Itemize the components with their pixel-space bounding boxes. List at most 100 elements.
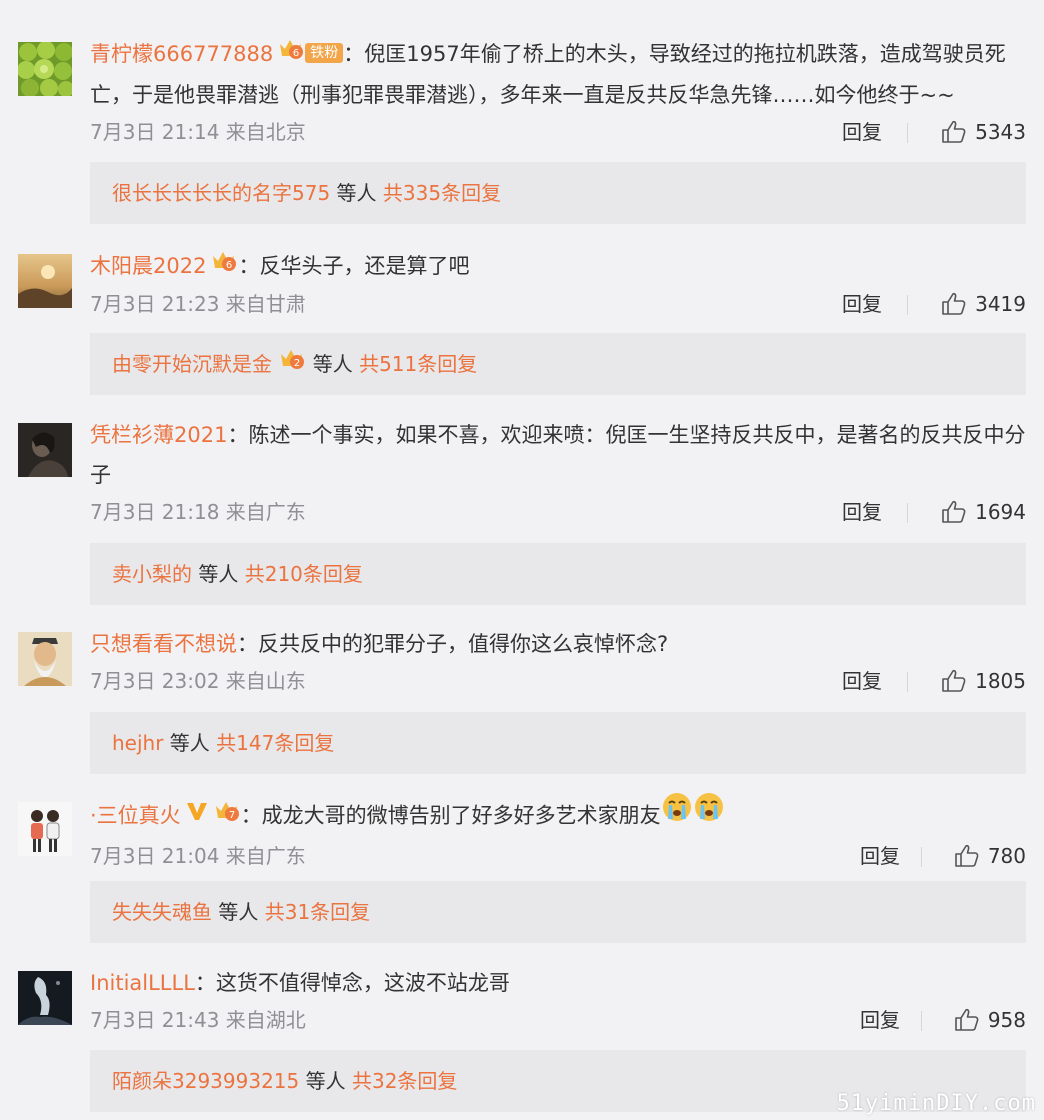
like-button[interactable]: 5343 xyxy=(941,115,1026,149)
reply-button[interactable]: 回复 xyxy=(842,287,882,321)
reply-username[interactable]: 陌颜朵3293993215 xyxy=(112,1069,299,1093)
thumbs-up-icon xyxy=(942,292,966,315)
comment-text: ·三位真火 7 ：成龙大哥的微博告别了好多好多艺术家朋友 xyxy=(90,791,1030,839)
avatar[interactable] xyxy=(18,802,72,856)
site-watermark: 51yiminDIY.com xyxy=(836,1091,1036,1116)
comment-content: ：反华头子，还是算了吧 xyxy=(238,254,470,278)
comment-meta: 7月3日 23:02 来自山东 回复 1805 xyxy=(90,664,1030,698)
reply-username[interactable]: hejhr xyxy=(112,731,163,755)
divider xyxy=(907,295,908,315)
comment-meta: 7月3日 21:18 来自广东 回复 1694 xyxy=(90,495,1030,529)
divider xyxy=(907,503,908,523)
comment-meta: 7月3日 21:43 来自湖北 回复 958 xyxy=(90,1003,1030,1037)
others-label: 等人 xyxy=(336,181,377,205)
crown-level-6-icon: 6 xyxy=(210,245,238,285)
avatar[interactable] xyxy=(18,423,72,477)
comment-meta: 7月3日 21:23 来自甘肃 回复 3419 xyxy=(90,287,1030,321)
like-button[interactable]: 1805 xyxy=(941,664,1026,698)
reply-total-link[interactable]: 共210条回复 xyxy=(245,562,363,586)
crown-level-7-icon: 7 xyxy=(213,795,241,835)
divider xyxy=(907,123,908,143)
comment-time: 7月3日 21:18 来自广东 xyxy=(90,500,306,524)
reply-total-link[interactable]: 共32条回复 xyxy=(352,1069,457,1093)
comment-time: 7月3日 21:43 来自湖北 xyxy=(90,1008,306,1032)
divider xyxy=(921,847,922,867)
reply-summary[interactable]: 很长长长长长的名字575 等人 共335条回复 xyxy=(90,162,1026,224)
like-count: 780 xyxy=(987,844,1026,868)
reply-summary[interactable]: 卖小梨的 等人 共210条回复 xyxy=(90,543,1026,605)
reply-button[interactable]: 回复 xyxy=(860,839,900,873)
comment-username[interactable]: 只想看看不想说 xyxy=(90,632,237,656)
like-count: 1805 xyxy=(975,669,1026,693)
comment-username[interactable]: 凭栏衫薄2021 xyxy=(90,423,227,447)
avatar[interactable] xyxy=(18,632,72,686)
others-label: 等人 xyxy=(218,900,259,924)
comment-text: InitialLLLL：这货不值得悼念，这波不站龙哥 xyxy=(90,963,1030,1003)
comment-text: 只想看看不想说：反共反中的犯罪分子，值得你这么哀悼怀念? xyxy=(90,624,1030,664)
comment-meta: 7月3日 21:04 来自广东 回复 780 xyxy=(90,839,1030,873)
like-button[interactable]: 1694 xyxy=(941,495,1026,529)
reply-summary[interactable]: 由零开始沉默是金 2 等人 共511条回复 xyxy=(90,333,1026,395)
others-label: 等人 xyxy=(169,731,210,755)
svg-text:6: 6 xyxy=(226,260,232,271)
reply-button[interactable]: 回复 xyxy=(842,664,882,698)
reply-username[interactable]: 很长长长长长的名字575 xyxy=(112,181,330,205)
like-button[interactable]: 3419 xyxy=(941,287,1026,321)
reply-button[interactable]: 回复 xyxy=(842,495,882,529)
thumbs-up-icon xyxy=(955,1008,979,1031)
reply-summary[interactable]: hejhr 等人 共147条回复 xyxy=(90,712,1026,774)
crown-level-6-icon: 6 xyxy=(277,33,305,73)
comment-content: ：成龙大哥的微博告别了好多好多艺术家朋友 xyxy=(240,803,661,828)
thumbs-up-icon xyxy=(942,500,966,523)
svg-text:2: 2 xyxy=(294,358,300,369)
reply-total-link[interactable]: 共31条回复 xyxy=(265,900,370,924)
reply-username[interactable]: 卖小梨的 xyxy=(112,562,192,586)
svg-text:7: 7 xyxy=(229,810,235,821)
divider xyxy=(907,672,908,692)
reply-button[interactable]: 回复 xyxy=(842,115,882,149)
others-label: 等人 xyxy=(312,352,353,376)
svg-text:6: 6 xyxy=(293,48,299,59)
comment-content: ：这货不值得悼念，这波不站龙哥 xyxy=(194,971,510,995)
comment-text: 青柠檬666777888 6 铁粉 ：倪匡1957年偷了桥上的木头，导致经过的拖拉机跌… xyxy=(90,34,1030,115)
reply-summary[interactable]: 失失失魂鱼 等人 共31条回复 xyxy=(90,881,1026,943)
comment-time: 7月3日 21:23 来自甘肃 xyxy=(90,292,306,316)
crying-face-icon xyxy=(661,791,693,836)
thumbs-up-icon xyxy=(942,669,966,692)
comment-time: 7月3日 21:04 来自广东 xyxy=(90,844,306,868)
crown-level-2-icon: 2 xyxy=(278,332,306,394)
thumbs-up-icon xyxy=(955,844,979,867)
avatar[interactable] xyxy=(18,254,72,308)
comment-content: ：陈述一个事实，如果不喜，欢迎来喷：倪匡一生坚持反共反中，是著名的反共反中分子 xyxy=(90,423,1026,487)
like-button[interactable]: 958 xyxy=(954,1003,1026,1037)
like-count: 958 xyxy=(987,1008,1026,1032)
reply-total-link[interactable]: 共147条回复 xyxy=(216,731,334,755)
avatar[interactable] xyxy=(18,42,72,96)
like-count: 1694 xyxy=(975,500,1026,524)
reply-button[interactable]: 回复 xyxy=(860,1003,900,1037)
like-button[interactable]: 780 xyxy=(954,839,1026,873)
comment-content: ：反共反中的犯罪分子，值得你这么哀悼怀念? xyxy=(237,632,669,656)
avatar[interactable] xyxy=(18,971,72,1025)
comment-username[interactable]: 青柠檬666777888 xyxy=(90,42,273,66)
reply-username[interactable]: 由零开始沉默是金 xyxy=(112,352,272,376)
others-label: 等人 xyxy=(305,1069,346,1093)
reply-total-link[interactable]: 共511条回复 xyxy=(359,352,477,376)
comment-username[interactable]: 木阳晨2022 xyxy=(90,254,206,278)
comment-time: 7月3日 23:02 来自山东 xyxy=(90,669,306,693)
comment-text: 木阳晨2022 6 ：反华头子，还是算了吧 xyxy=(90,246,1030,287)
comment-username[interactable]: ·三位真火 xyxy=(90,804,181,828)
reply-total-link[interactable]: 共335条回复 xyxy=(383,181,501,205)
divider xyxy=(921,1011,922,1031)
comment-list: 青柠檬666777888 6 铁粉 ：倪匡1957年偷了桥上的木头，导致经过的拖拉机跌… xyxy=(0,0,1044,1120)
verified-v-icon xyxy=(185,795,209,835)
comment-username[interactable]: InitialLLLL xyxy=(90,971,195,995)
comment-meta: 7月3日 21:14 来自北京 回复 5343 xyxy=(90,115,1030,149)
thumbs-up-icon xyxy=(942,120,966,143)
reply-username[interactable]: 失失失魂鱼 xyxy=(112,900,212,924)
crying-face-icon xyxy=(693,791,725,836)
like-count: 3419 xyxy=(975,292,1026,316)
tiefen-badge: 铁粉 xyxy=(305,43,344,63)
like-count: 5343 xyxy=(975,120,1026,144)
comment-text: 凭栏衫薄2021：陈述一个事实，如果不喜，欢迎来喷：倪匡一生坚持反共反中，是著名… xyxy=(90,415,1030,495)
